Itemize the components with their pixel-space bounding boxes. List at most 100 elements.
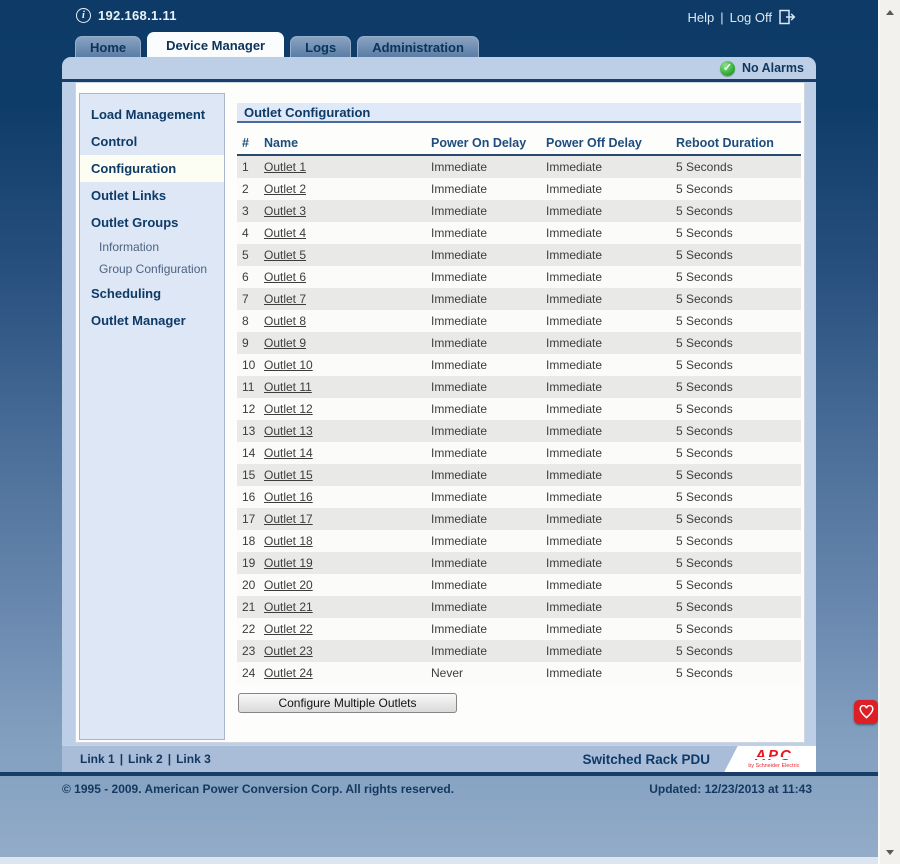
arrow-up-icon [886, 10, 894, 15]
outlet-name-link[interactable]: Outlet 4 [264, 226, 306, 240]
info-icon: i [76, 8, 91, 23]
power-on-delay-value: Immediate [431, 534, 546, 548]
outlet-number: 11 [237, 380, 264, 394]
tab-logs[interactable]: Logs [290, 36, 351, 57]
power-on-delay-value: Immediate [431, 336, 546, 350]
reboot-duration-value: 5 Seconds [676, 622, 801, 636]
outlet-number: 12 [237, 402, 264, 416]
outlet-name-link[interactable]: Outlet 20 [264, 578, 313, 592]
outlet-name-link[interactable]: Outlet 1 [264, 160, 306, 174]
alarm-status[interactable]: ✓ No Alarms [62, 57, 816, 79]
sidebar-nav: Load ManagementControlConfigurationOutle… [79, 93, 225, 740]
top-bar: i 192.168.1.11 Help | Log Off HomeDevice… [0, 0, 878, 57]
outlet-name-link[interactable]: Outlet 16 [264, 490, 313, 504]
sidebar-item-outlet-manager[interactable]: Outlet Manager [80, 307, 224, 334]
footer-link-2[interactable]: Link 2 [128, 752, 163, 766]
power-on-delay-value: Immediate [431, 600, 546, 614]
scroll-up-button[interactable] [880, 2, 900, 22]
sidebar-item-information[interactable]: Information [80, 236, 224, 258]
table-header-row: #NamePower On DelayPower Off DelayReboot… [237, 136, 801, 156]
outlet-name-link[interactable]: Outlet 2 [264, 182, 306, 196]
power-on-delay-value: Immediate [431, 424, 546, 438]
reboot-duration-value: 5 Seconds [676, 226, 801, 240]
power-off-delay-value: Immediate [546, 270, 676, 284]
sidebar-item-outlet-links[interactable]: Outlet Links [80, 182, 224, 209]
sidebar-item-configuration[interactable]: Configuration [80, 155, 224, 182]
power-on-delay-value: Immediate [431, 578, 546, 592]
outlet-name-link[interactable]: Outlet 18 [264, 534, 313, 548]
power-off-delay-value: Immediate [546, 556, 676, 570]
product-name: Switched Rack PDU [582, 752, 710, 767]
footer-link-1[interactable]: Link 1 [80, 752, 115, 766]
outlet-name-link[interactable]: Outlet 9 [264, 336, 306, 350]
power-off-delay-value: Immediate [546, 292, 676, 306]
power-off-delay-value: Immediate [546, 358, 676, 372]
main-content: Outlet Configuration #NamePower On Delay… [237, 103, 801, 713]
log-off-icon[interactable] [778, 9, 796, 25]
reboot-duration-value: 5 Seconds [676, 204, 801, 218]
reboot-duration-value: 5 Seconds [676, 160, 801, 174]
power-on-delay-value: Immediate [431, 270, 546, 284]
reboot-duration-value: 5 Seconds [676, 578, 801, 592]
outlet-name-link[interactable]: Outlet 6 [264, 270, 306, 284]
sidebar-item-group-configuration[interactable]: Group Configuration [80, 258, 224, 280]
log-off-link[interactable]: Log Off [730, 10, 772, 25]
reboot-duration-value: 5 Seconds [676, 270, 801, 284]
heart-badge-icon[interactable] [854, 700, 878, 724]
reboot-duration-value: 5 Seconds [676, 314, 801, 328]
outlet-name-link[interactable]: Outlet 19 [264, 556, 313, 570]
bottom-strip [0, 857, 878, 864]
outlet-name-link[interactable]: Outlet 21 [264, 600, 313, 614]
scroll-down-button[interactable] [880, 842, 900, 862]
outlet-name-link[interactable]: Outlet 15 [264, 468, 313, 482]
device-ip-row: i 192.168.1.11 [76, 8, 177, 23]
outlet-row: 21Outlet 21ImmediateImmediate5 Seconds [237, 596, 801, 618]
outlet-name-link[interactable]: Outlet 8 [264, 314, 306, 328]
outlet-name-link[interactable]: Outlet 3 [264, 204, 306, 218]
outlet-name-link[interactable]: Outlet 10 [264, 358, 313, 372]
power-on-delay-value: Immediate [431, 490, 546, 504]
footer-link-3[interactable]: Link 3 [176, 752, 211, 766]
sidebar-item-scheduling[interactable]: Scheduling [80, 280, 224, 307]
tab-administration[interactable]: Administration [357, 36, 479, 57]
outlet-name-link[interactable]: Outlet 13 [264, 424, 313, 438]
outlet-number: 18 [237, 534, 264, 548]
outlet-name-link[interactable]: Outlet 12 [264, 402, 313, 416]
outlet-row: 17Outlet 17ImmediateImmediate5 Seconds [237, 508, 801, 530]
outlet-name-link[interactable]: Outlet 17 [264, 512, 313, 526]
tab-home[interactable]: Home [75, 36, 141, 57]
vertical-scrollbar[interactable] [878, 0, 900, 864]
outlet-row: 20Outlet 20ImmediateImmediate5 Seconds [237, 574, 801, 596]
reboot-duration-value: 5 Seconds [676, 490, 801, 504]
help-link[interactable]: Help [687, 10, 714, 25]
outlet-name-link[interactable]: Outlet 22 [264, 622, 313, 636]
outlet-row: 6Outlet 6ImmediateImmediate5 Seconds [237, 266, 801, 288]
outlet-name-link[interactable]: Outlet 5 [264, 248, 306, 262]
updated-timestamp: Updated: 12/23/2013 at 11:43 [649, 782, 812, 796]
tab-device-manager[interactable]: Device Manager [147, 32, 284, 57]
outlet-name-link[interactable]: Outlet 23 [264, 644, 313, 658]
outlet-number: 15 [237, 468, 264, 482]
outlet-name-cell: Outlet 14 [264, 446, 431, 460]
sidebar-item-control[interactable]: Control [80, 128, 224, 155]
outlet-number: 4 [237, 226, 264, 240]
outlet-row: 24Outlet 24NeverImmediate5 Seconds [237, 662, 801, 684]
page-title: Outlet Configuration [237, 103, 801, 123]
sidebar-item-outlet-groups[interactable]: Outlet Groups [80, 209, 224, 236]
outlet-number: 9 [237, 336, 264, 350]
power-on-delay-value: Immediate [431, 644, 546, 658]
column-header-4: Reboot Duration [676, 136, 801, 150]
outlet-name-link[interactable]: Outlet 11 [264, 380, 312, 394]
outlet-name-link[interactable]: Outlet 7 [264, 292, 306, 306]
power-off-delay-value: Immediate [546, 622, 676, 636]
configure-multiple-outlets-button[interactable]: Configure Multiple Outlets [238, 693, 457, 713]
outlet-number: 19 [237, 556, 264, 570]
power-off-delay-value: Immediate [546, 380, 676, 394]
outlet-name-link[interactable]: Outlet 24 [264, 666, 313, 680]
sidebar-item-load-management[interactable]: Load Management [80, 101, 224, 128]
outlet-number: 2 [237, 182, 264, 196]
outlet-name-cell: Outlet 15 [264, 468, 431, 482]
footer-bar: Link 1|Link 2|Link 3 Switched Rack PDU A… [62, 745, 816, 772]
outlet-row: 7Outlet 7ImmediateImmediate5 Seconds [237, 288, 801, 310]
outlet-name-link[interactable]: Outlet 14 [264, 446, 313, 460]
